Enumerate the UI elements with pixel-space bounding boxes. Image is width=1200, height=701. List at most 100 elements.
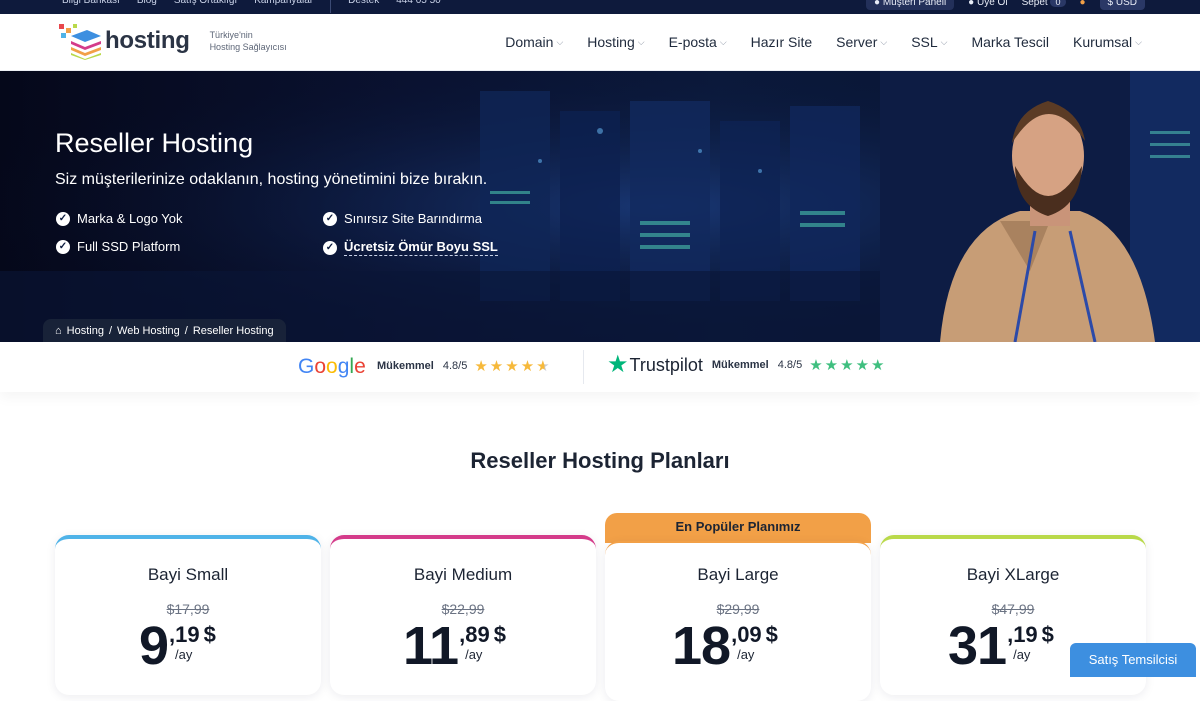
person-photo [880,71,1200,342]
nav-domain[interactable]: Domain ⌵ [505,34,563,50]
breadcrumb: ⌂ Hosting / Web Hosting / Reseller Hosti… [43,319,286,342]
nav-label: Server [836,34,878,50]
google-stars: ★ ★ ★ ★ ★ [474,357,549,375]
top-link-knowledge-base[interactable]: Bilgi Bankası [62,0,120,13]
nav-trademark[interactable]: Marka Tescil [971,34,1049,50]
logo-icon [57,22,103,60]
feature-text-ssl[interactable]: Ücretsiz Ömür Boyu SSL [344,239,498,256]
top-link-affiliate[interactable]: Satış Ortaklığı [174,0,237,13]
feature-item: ✓ Marka & Logo Yok [56,211,183,226]
nav-label: Hosting [587,34,635,50]
sign-up-label: Üye Ol [977,0,1008,8]
feature-text: Sınırsız Site Barındırma [344,211,482,226]
top-link-support[interactable]: Destek [348,0,379,13]
customer-panel-label: Müşteri Paneli [882,0,947,8]
price-decimal: ,89 [459,622,490,647]
feature-text: Full SSD Platform [77,239,181,254]
cart-count-badge: 0 [1050,0,1066,7]
plan-old-price: $17,99 [166,601,210,617]
check-circle-icon: ✓ [56,239,70,254]
price-period: /ay [1013,647,1031,662]
breadcrumb-current: Reseller Hosting [192,325,274,337]
customer-panel-button[interactable]: ● Müşteri Paneli [865,0,955,10]
plans-section-title: Reseller Hosting Planları [470,448,730,473]
plan-name: Bayi Small [147,565,229,584]
main-header: hosting Türkiye'nin Hosting Sağlayıcısı … [0,14,1200,71]
trustpilot-brand: Trustpilot [629,354,703,375]
nav-corporate[interactable]: Kurumsal ⌵ [1073,34,1142,50]
logo[interactable]: hosting Türkiye'nin Hosting Sağlayıcısı [57,22,287,60]
svg-text:Google: Google [298,355,366,378]
trustpilot-rating[interactable]: ★ Trustpilot Mükemmel 4.8/5 ★ ★ ★ ★ ★ [607,351,884,378]
price-integer: 11 [403,616,459,676]
nav-label: Kurumsal [1073,34,1133,50]
star-icon: ★ [840,357,854,374]
sales-rep-chat-button[interactable]: Satış Temsilcisi [1070,643,1196,677]
user-icon: ● [873,0,881,8]
trustpilot-rating-label: Mükemmel [711,359,769,371]
plan-old-price: $22,99 [441,601,485,617]
cart-link[interactable]: Sepet 0 [1022,0,1066,8]
home-icon[interactable]: ⌂ [55,325,62,337]
price-integer: 9 [139,616,169,676]
star-icon: ★ [474,358,488,375]
price-period: /ay [465,647,483,662]
top-actions: ● Müşteri Paneli ● Üye Ol Sepet 0 ● $ US… [865,0,1145,10]
price-integer: 31 [948,616,1007,676]
trustpilot-rating-score: 4.8/5 [777,359,803,371]
ratings-bar: Google Mükemmel 4.8/5 ★ ★ ★ ★ ★ ★ Trustp… [0,342,1200,392]
chevron-down-icon: ⌵ [637,36,645,47]
star-icon: ★ [855,357,870,374]
plan-card-bayi-large[interactable]: Bayi Large $29,99 18 ,09 $ /ay [605,541,871,701]
currency-selector[interactable]: $ USD [1099,0,1145,10]
trustpilot-stars: ★ ★ ★ ★ ★ [809,356,884,374]
price-decimal: ,19 [1007,622,1038,647]
price-period: /ay [737,647,755,662]
feature-item[interactable]: ✓ Ücretsiz Ömür Boyu SSL [323,239,498,256]
plan-name: Bayi Large [697,565,779,584]
top-phone[interactable]: 444 05 50 [396,0,441,13]
google-rating[interactable]: Google Mükemmel 4.8/5 ★ ★ ★ ★ ★ [298,354,550,378]
star-icon: ★ [824,357,839,374]
price-period: /ay [175,647,193,662]
rating-divider [583,350,584,384]
cart-label: Sepet [1021,0,1048,8]
google-rating-score: 4.8/5 [442,360,468,372]
nav-label: E-posta [668,34,717,50]
google-logo-icon: Google [298,355,366,378]
star-icon: ★ [871,357,885,374]
nav-label: Hazır Site [750,34,813,50]
star-icon: ★ [489,358,504,375]
breadcrumb-item[interactable]: Hosting [67,325,104,337]
trustpilot-star-icon: ★ [607,351,629,378]
top-links: Bilgi Bankası Blog Satış Ortaklığı Kampa… [62,0,441,13]
google-rating-label: Mükemmel [377,360,434,372]
price-currency: $ [203,622,216,647]
plan-card-bayi-medium[interactable]: Bayi Medium $22,99 11 ,89 $ /ay [330,535,596,695]
main-nav: Domain ⌵ Hosting ⌵ E-posta ⌵ Hazır Site Ser… [481,34,1142,50]
chevron-down-icon: ⌵ [940,36,948,47]
feature-item: ✓ Full SSD Platform [56,239,180,254]
price-decimal: ,09 [731,622,762,647]
sign-up-link[interactable]: ● Üye Ol [968,0,1007,8]
plan-price: 18 ,09 $ /ay [672,617,778,675]
feature-item: ✓ Sınırsız Site Barındırma [323,211,482,226]
nav-ssl[interactable]: SSL ⌵ [911,34,947,50]
popular-plan-badge: En Popüler Planımız [605,513,871,543]
plan-card-bayi-small[interactable]: Bayi Small $17,99 9 ,19 $ /ay [55,535,321,695]
nav-hosting[interactable]: Hosting ⌵ [587,34,644,50]
nav-ready-site[interactable]: Hazır Site [751,34,812,50]
check-circle-icon: ✓ [323,240,337,255]
bell-icon[interactable]: ● [1080,0,1086,8]
chevron-down-icon: ⌵ [880,36,888,47]
price-currency: $ [493,622,506,647]
plan-name: Bayi Medium [413,565,513,584]
plan-price: 31 ,19 $ /ay [948,617,1054,675]
check-circle-icon: ✓ [56,211,70,226]
nav-server[interactable]: Server ⌵ [836,34,887,50]
top-link-blog[interactable]: Blog [137,0,157,13]
nav-email[interactable]: E-posta ⌵ [669,34,727,50]
top-link-campaigns[interactable]: Kampanyalar [254,0,313,13]
breadcrumb-item[interactable]: Web Hosting [117,325,180,337]
price-currency: $ [765,622,778,647]
